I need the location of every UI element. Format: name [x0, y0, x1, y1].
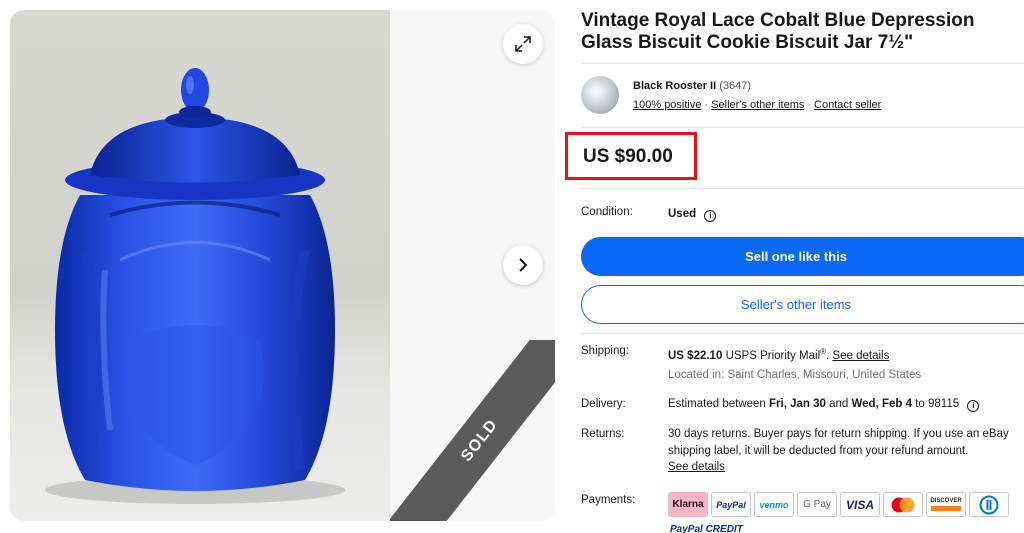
- diners-club-icon: [979, 495, 999, 514]
- seller-links: 100% positive · Seller's other items · Conta…: [633, 99, 881, 111]
- expand-button[interactable]: [503, 24, 543, 64]
- discover-label: DISCOVER: [930, 498, 962, 504]
- shipping-value: US $22.10 USPS Priority Mail®. See detai…: [668, 347, 890, 362]
- listing-page: SOLD Vintage Royal Lace Cobalt Blue Depr…: [0, 0, 1024, 533]
- divider: [581, 63, 1024, 64]
- sellers-other-items-button[interactable]: Seller's other items: [581, 285, 1024, 324]
- gpay-badge: G Pay: [797, 492, 837, 517]
- seller-name-line: Black Rooster II (3647): [633, 80, 751, 92]
- condition-value: Used: [668, 208, 697, 220]
- link-separator: ·: [807, 99, 812, 111]
- delivery-start: Fri, Jan 30: [769, 398, 826, 410]
- next-image-button[interactable]: [503, 245, 543, 285]
- payments-label: Payments:: [581, 494, 636, 506]
- condition-label: Condition:: [581, 206, 633, 218]
- returns-text: 30 days returns. Buyer pays for return s…: [668, 428, 1009, 457]
- returns-label: Returns:: [581, 428, 625, 440]
- image-gallery: SOLD: [10, 10, 555, 521]
- visa-badge: VISA: [840, 492, 880, 517]
- item-title: Vintage Royal Lace Cobalt Blue Depressio…: [581, 10, 975, 53]
- cobalt-jar-illustration: [45, 68, 345, 504]
- klarna-badge: Klarna: [668, 492, 708, 517]
- chevron-right-icon: [519, 258, 528, 272]
- seller-feedback-count: (3647): [719, 80, 751, 92]
- returns-value: 30 days returns. Buyer pays for return s…: [668, 426, 1024, 476]
- info-icon[interactable]: i: [704, 210, 717, 222]
- expand-icon: [515, 36, 531, 52]
- sell-one-like-this-button[interactable]: Sell one like this: [581, 237, 1024, 276]
- shipping-cost: US $22.10: [668, 349, 723, 362]
- sold-band: SOLD: [390, 340, 555, 521]
- seller-avatar[interactable]: [581, 76, 619, 114]
- discover-stripe: [931, 506, 961, 511]
- diners-club-badge: [969, 492, 1009, 517]
- info-icon[interactable]: i: [967, 400, 980, 412]
- sold-ribbon: SOLD: [390, 340, 555, 521]
- paypal-credit-badge: PayPal CREDIT: [670, 524, 743, 533]
- mastercard-badge: [883, 492, 923, 517]
- divider: [581, 127, 1024, 128]
- delivery-value: Estimated between Fri, Jan 30 and Wed, F…: [668, 396, 980, 413]
- shipping-service: USPS Priority Mail: [725, 349, 821, 362]
- item-price: US $90.00: [583, 146, 673, 167]
- sold-label: SOLD: [457, 416, 502, 466]
- divider: [581, 333, 1024, 334]
- delivery-end: Wed, Feb 4: [851, 398, 913, 410]
- seller-name[interactable]: Black Rooster II: [633, 80, 716, 92]
- registered-mark: ®: [820, 347, 827, 356]
- discover-badge: DISCOVER: [926, 492, 966, 517]
- delivery-and: and: [829, 398, 849, 410]
- item-details: Vintage Royal Lace Cobalt Blue Depressio…: [565, 0, 1024, 533]
- item-location: Located in: Saint Charles, Missouri, Uni…: [668, 369, 922, 381]
- contact-seller-link[interactable]: Contact seller: [814, 99, 881, 111]
- seller-other-items-link[interactable]: Seller's other items: [711, 99, 804, 111]
- mastercard-icon: [891, 497, 915, 512]
- product-photo[interactable]: [10, 10, 390, 521]
- positive-feedback-link[interactable]: 100% positive: [633, 99, 702, 111]
- paypal-badge: PayPal: [711, 492, 751, 517]
- delivery-zip: to 98115: [915, 398, 960, 410]
- returns-details-link[interactable]: See details: [668, 461, 725, 473]
- venmo-badge: venmo: [754, 492, 794, 517]
- delivery-label: Delivery:: [581, 398, 626, 410]
- delivery-prefix: Estimated between: [668, 398, 766, 410]
- payment-methods: Klarna PayPal venmo G Pay VISA DISCOVER: [668, 492, 1009, 517]
- seller-card: Black Rooster II (3647) 100% positive · Se…: [581, 76, 1024, 116]
- shipping-details-link[interactable]: See details: [832, 350, 889, 362]
- link-separator: ·: [704, 99, 709, 111]
- divider: [581, 188, 1024, 189]
- shipping-label: Shipping:: [581, 345, 629, 357]
- condition-value-line: Used i: [668, 206, 717, 223]
